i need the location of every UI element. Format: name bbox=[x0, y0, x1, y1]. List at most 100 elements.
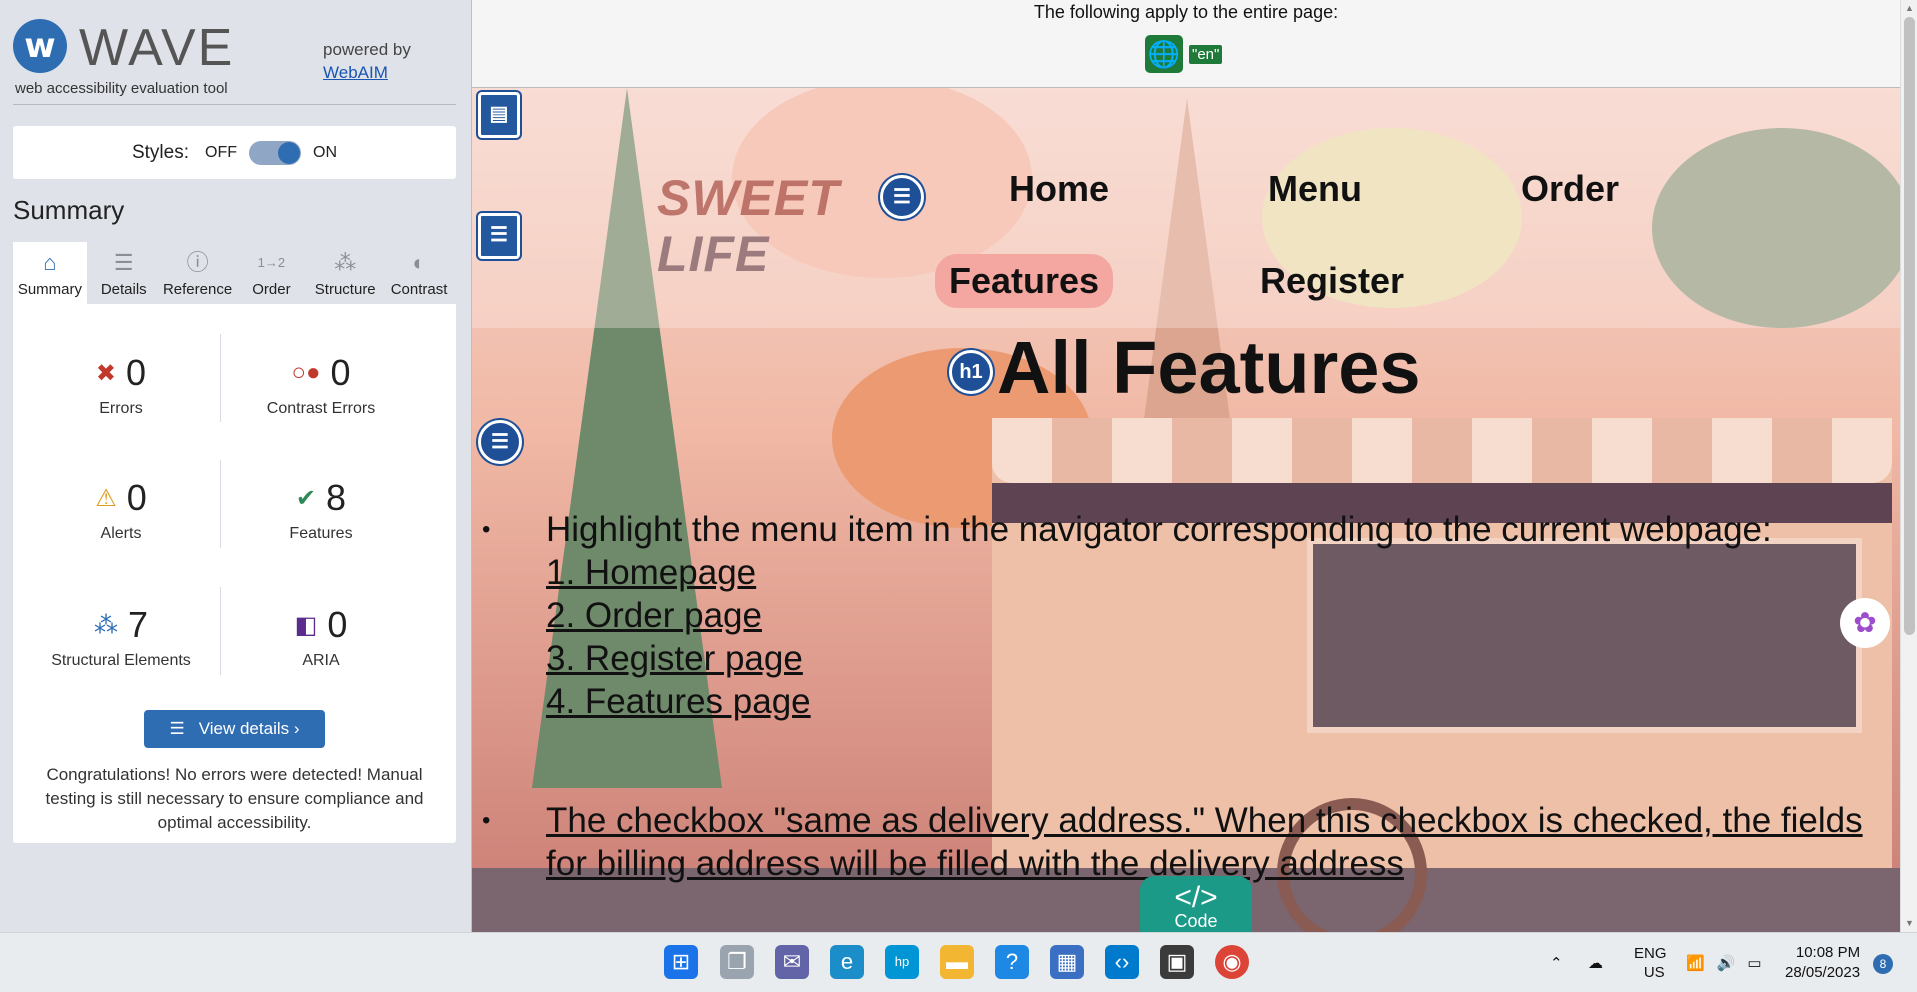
view-details-label: View details › bbox=[198, 719, 300, 738]
logo-line2: LIFE bbox=[657, 226, 770, 282]
scroll-down-icon[interactable]: ▼ bbox=[1901, 915, 1917, 932]
tab-label: Details bbox=[100, 281, 147, 298]
file-explorer-icon[interactable]: ▬ bbox=[940, 945, 974, 979]
stat-count: 0 bbox=[327, 604, 348, 645]
view-details-button[interactable]: ☰ View details › bbox=[144, 710, 325, 748]
notification-badge[interactable]: 8 bbox=[1873, 954, 1893, 974]
wave-logo-icon: w bbox=[13, 19, 67, 73]
page-note: The following apply to the entire page: … bbox=[472, 0, 1900, 88]
webaim-link[interactable]: WebAIM bbox=[323, 63, 388, 82]
nav-menu[interactable]: Menu bbox=[1268, 168, 1362, 210]
styles-on-label: ON bbox=[313, 143, 338, 161]
lang-top: ENG bbox=[1634, 945, 1667, 962]
scroll-up-icon[interactable]: ▲ bbox=[1901, 0, 1917, 17]
list-icon: ☰ bbox=[113, 250, 134, 275]
link-register-page[interactable]: 3. Register page bbox=[546, 637, 1886, 680]
feature-check-icon: ✔ bbox=[295, 484, 317, 512]
item2-link[interactable]: The checkbox "same as delivery address."… bbox=[546, 801, 1863, 883]
scroll-thumb[interactable] bbox=[1904, 17, 1915, 635]
stat-alerts: ⚠ 0 Alerts bbox=[21, 477, 221, 543]
stat-count: 0 bbox=[126, 352, 147, 393]
task-view-icon[interactable]: ❐ bbox=[720, 945, 754, 979]
info-icon: ⓘ bbox=[186, 250, 209, 275]
stat-structural: ⁂ 7 Structural Elements bbox=[21, 604, 221, 670]
wave-nav-icon[interactable]: ☰ bbox=[478, 213, 520, 259]
myhp-icon[interactable]: hp bbox=[885, 945, 919, 979]
brain-extension-icon[interactable]: ✿ bbox=[1840, 598, 1890, 648]
globe-icon[interactable]: 🌐 bbox=[1145, 35, 1183, 73]
start-icon[interactable]: ⊞ bbox=[664, 945, 698, 979]
volume-icon: 🔊 bbox=[1716, 955, 1736, 972]
clock[interactable]: 10:08 PM 28/05/2023 bbox=[1785, 943, 1860, 983]
link-features-page[interactable]: 4. Features page bbox=[546, 680, 1886, 723]
wave-list-icon[interactable]: ☰ bbox=[478, 420, 522, 464]
stat-contrast-errors: ○● 0 Contrast Errors bbox=[221, 352, 421, 418]
chat-icon[interactable]: ✉ bbox=[775, 945, 809, 979]
date: 28/05/2023 bbox=[1785, 964, 1861, 981]
tab-label: Reference bbox=[162, 281, 233, 298]
powered-by: powered by WebAIM bbox=[323, 38, 411, 84]
link-order-page[interactable]: 2. Order page bbox=[546, 594, 1886, 637]
wave-brand: WAVE bbox=[79, 19, 235, 77]
chrome-icon[interactable]: ◉ bbox=[1215, 945, 1249, 979]
app-icon[interactable]: ▣ bbox=[1160, 945, 1194, 979]
wave-list-icon[interactable]: ☰ bbox=[880, 175, 924, 219]
h1-badge-icon[interactable]: h1 bbox=[949, 350, 993, 394]
wave-sidebar: w WAVE web accessibility evaluation tool… bbox=[0, 0, 472, 932]
tab-bar: ⌂ Summary ☰ Details ⓘ Reference 1→2 Order ⁂ S… bbox=[13, 242, 456, 304]
onedrive-icon[interactable]: ☁ bbox=[1588, 933, 1603, 992]
site-logo[interactable]: SWEET LIFE bbox=[657, 170, 840, 282]
aria-icon: ◧ bbox=[294, 611, 318, 639]
tab-contrast[interactable]: ◐ Contrast bbox=[382, 242, 456, 304]
help-icon[interactable]: ? bbox=[995, 945, 1029, 979]
stat-label: Features bbox=[289, 525, 353, 542]
vscode-icon[interactable]: ‹› bbox=[1105, 945, 1139, 979]
styles-toggle-box: Styles: OFF ON bbox=[13, 126, 456, 179]
tab-summary[interactable]: ⌂ Summary bbox=[13, 242, 87, 304]
nav-order[interactable]: Order bbox=[1521, 168, 1619, 210]
tray-overflow-icon[interactable]: ⌃ bbox=[1550, 933, 1563, 992]
tab-label: Contrast bbox=[390, 281, 448, 298]
styles-toggle[interactable] bbox=[249, 140, 302, 165]
nav-register[interactable]: Register bbox=[1260, 260, 1404, 302]
stat-label: Structural Elements bbox=[51, 652, 191, 669]
structure-icon: ⁂ bbox=[93, 611, 118, 639]
home-icon: ⌂ bbox=[43, 250, 57, 275]
store-icon[interactable]: ▦ bbox=[1050, 945, 1084, 979]
wifi-icon: 📶 bbox=[1686, 955, 1705, 972]
tab-reference[interactable]: ⓘ Reference bbox=[161, 242, 235, 304]
nav-features[interactable]: Features bbox=[935, 254, 1114, 308]
page-heading: All Features bbox=[997, 326, 1421, 409]
tab-order[interactable]: 1→2 Order bbox=[234, 242, 308, 304]
summary-panel: ⌂ Summary ☰ Details ⓘ Reference 1→2 Order ⁂ S… bbox=[13, 242, 456, 843]
contrast-error-icon: ○● bbox=[291, 359, 321, 386]
stat-label: Alerts bbox=[100, 525, 142, 542]
order-icon: 1→2 bbox=[257, 255, 286, 270]
stat-count: 8 bbox=[326, 477, 347, 518]
wave-region-icon[interactable]: ▤ bbox=[478, 92, 520, 138]
code-button[interactable]: </> Code bbox=[1140, 876, 1252, 932]
tab-structure[interactable]: ⁂ Structure bbox=[308, 242, 382, 304]
item1-text: Highlight the menu item in the navigator… bbox=[546, 510, 1772, 549]
contrast-icon: ◐ bbox=[412, 250, 426, 275]
tab-details[interactable]: ☰ Details bbox=[87, 242, 161, 304]
system-tray[interactable]: 📶 🔊 ▭ bbox=[1686, 933, 1762, 992]
divider bbox=[13, 104, 456, 105]
tab-label: Summary bbox=[17, 281, 82, 298]
lang-badge: "en" bbox=[1189, 44, 1223, 64]
bullet: • bbox=[482, 516, 491, 543]
link-homepage[interactable]: 1. Homepage bbox=[546, 551, 1886, 594]
page-note-text: The following apply to the entire page: bbox=[1033, 2, 1339, 22]
congrats-message: Congratulations! No errors were detected… bbox=[45, 765, 424, 832]
language-indicator[interactable]: ENG US bbox=[1634, 933, 1667, 992]
nav-home[interactable]: Home bbox=[1009, 168, 1109, 210]
styles-label: Styles: bbox=[131, 141, 190, 163]
list-item: • The checkbox "same as delivery address… bbox=[482, 799, 1886, 885]
vertical-scrollbar[interactable]: ▲ ▼ bbox=[1900, 0, 1917, 932]
code-label: Code bbox=[1174, 911, 1218, 931]
page-viewport: The following apply to the entire page: … bbox=[472, 0, 1900, 932]
edge-icon[interactable]: e bbox=[830, 945, 864, 979]
feature-list: • Highlight the menu item in the navigat… bbox=[482, 508, 1886, 885]
shop-awning bbox=[992, 418, 1892, 483]
stat-count: 0 bbox=[330, 352, 351, 393]
